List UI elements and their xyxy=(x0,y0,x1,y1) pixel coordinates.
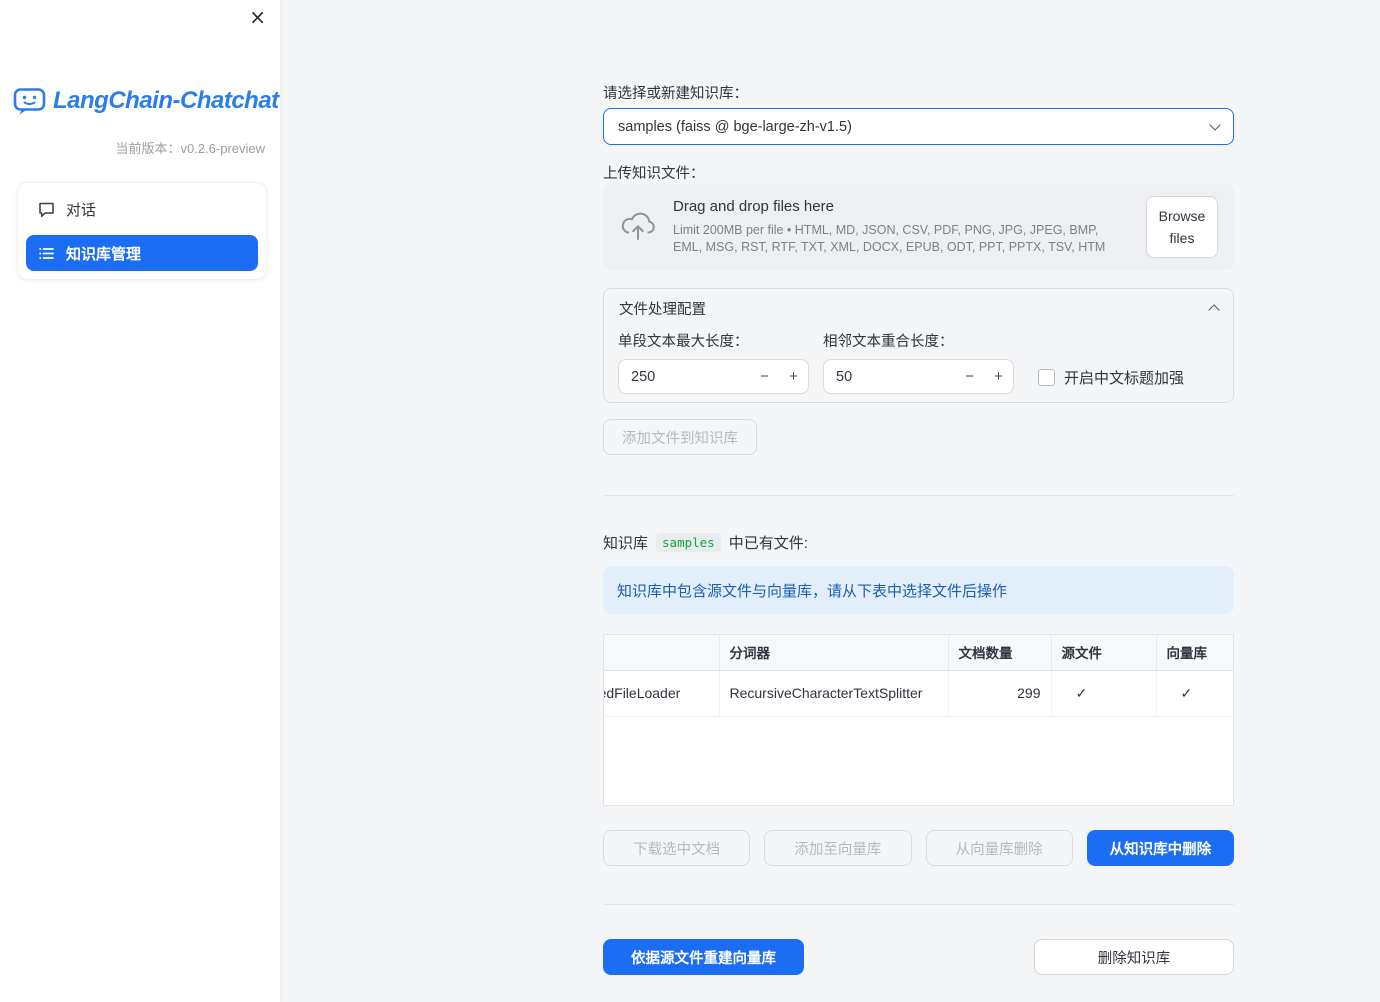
close-icon[interactable]: × xyxy=(249,6,266,28)
zh-title-checkbox-label: 开启中文标题加强 xyxy=(1064,369,1185,387)
info-banner: 知识库中包含源文件与向量库，请从下表中选择文件后操作 xyxy=(603,566,1234,614)
sidebar-item-label: 知识库管理 xyxy=(66,245,142,263)
chat-bubble-icon xyxy=(38,201,55,218)
zh-title-checkbox[interactable] xyxy=(1038,368,1055,386)
kb-select-label: 请选择或新建知识库： xyxy=(603,86,748,102)
chevron-down-icon xyxy=(1209,118,1221,131)
list-icon xyxy=(38,245,55,262)
expander-title: 文件处理配置 xyxy=(619,301,706,318)
divider xyxy=(603,904,1234,905)
zh-title-checkbox-group: 开启中文标题加强 xyxy=(1038,367,1184,387)
config-expander: 文件处理配置 单段文本最大长度： − + 相邻文本重合长度： xyxy=(603,288,1234,403)
cloud-upload-icon xyxy=(619,211,657,243)
column-header-vector[interactable]: 向量库 xyxy=(1156,635,1233,671)
version-text: 当前版本：v0.2.6-preview xyxy=(115,141,265,156)
overlap-minus-button[interactable]: − xyxy=(955,360,984,393)
add-to-vector-button[interactable]: 添加至向量库 xyxy=(764,830,912,866)
dropzone-limit: Limit 200MB per file • HTML, MD, JSON, C… xyxy=(673,223,1106,254)
chunk-size-label: 单段文本最大长度： xyxy=(618,334,749,350)
sidebar: × LangChain-Chatchat 当前版本：v0.2.6-preview… xyxy=(0,0,280,1002)
column-header-doc-count[interactable]: 文档数量 xyxy=(948,635,1052,671)
add-files-button[interactable]: 添加文件到知识库 xyxy=(603,419,757,455)
delete-from-kb-button[interactable]: 从知识库中删除 xyxy=(1086,830,1234,866)
kb-name-code: samples xyxy=(656,532,721,552)
chunk-stepper: − + xyxy=(750,360,808,393)
overlap-plus-button[interactable]: + xyxy=(984,360,1013,393)
column-header-source[interactable]: 源文件 xyxy=(1051,635,1157,671)
column-header-splitter[interactable]: 分词器 xyxy=(719,635,949,671)
logo: LangChain-Chatchat xyxy=(13,86,279,116)
existing-files-text: 知识库 samples 中已有文件: xyxy=(603,531,1234,553)
main-content: 请选择或新建知识库： samples (faiss @ bge-large-zh… xyxy=(603,0,1234,975)
column-header-loader[interactable]: 文档加载器 xyxy=(604,635,720,671)
chunk-size-input: − + xyxy=(618,359,809,394)
dropzone-text: Drag and drop files here Limit 200MB per… xyxy=(673,198,1130,256)
kb-action-buttons: 依据源文件重建向量库 删除知识库 xyxy=(603,939,1234,975)
sidebar-item-kb-management[interactable]: 知识库管理 xyxy=(26,235,258,271)
chunk-size-field[interactable] xyxy=(631,368,691,385)
info-text: 知识库中包含源文件与向量库，请从下表中选择文件后操作 xyxy=(617,582,1008,600)
chevron-up-icon xyxy=(1208,304,1220,316)
file-dropzone[interactable]: Drag and drop files here Limit 200MB per… xyxy=(603,184,1234,270)
sidebar-item-dialogue[interactable]: 对话 xyxy=(26,191,258,227)
dropzone-title: Drag and drop files here xyxy=(673,198,834,216)
table-row[interactable]: UnstructuredFileLoader RecursiveCharacte… xyxy=(604,670,1233,717)
overlap-input: − + xyxy=(823,359,1014,394)
expander-header[interactable]: 文件处理配置 xyxy=(604,289,1233,327)
kb-suffix-label: 中已有文件: xyxy=(728,534,808,552)
overlap-label: 相邻文本重合长度： xyxy=(823,334,954,350)
delete-from-vector-button[interactable]: 从向量库删除 xyxy=(925,830,1073,866)
logo-chat-icon xyxy=(13,86,46,116)
kb-prefix-label: 知识库 xyxy=(603,534,649,552)
cell-splitter[interactable]: RecursiveCharacterTextSplitter xyxy=(719,670,949,717)
delete-kb-button[interactable]: 删除知识库 xyxy=(1034,939,1234,975)
kb-selectbox[interactable]: samples (faiss @ bge-large-zh-v1.5) xyxy=(603,108,1234,145)
sidebar-menu: 对话 知识库管理 xyxy=(17,182,267,280)
chunk-size-group: 单段文本最大长度： − + xyxy=(618,327,809,394)
overlap-group: 相邻文本重合长度： − + xyxy=(823,327,1014,394)
overlap-stepper: − + xyxy=(955,360,1013,393)
file-action-buttons: 下载选中文档 添加至向量库 从向量库删除 从知识库中删除 xyxy=(603,830,1234,866)
browse-files-button[interactable]: Browse files xyxy=(1146,195,1218,259)
overlap-field[interactable] xyxy=(836,368,896,385)
upload-label: 上传知识文件： xyxy=(603,166,705,182)
table-scroll-area[interactable]: 文档加载器 分词器 文档数量 源文件 向量库 UnstructuredFileL… xyxy=(604,635,1233,805)
rebuild-vector-button[interactable]: 依据源文件重建向量库 xyxy=(603,939,804,975)
cell-source-check[interactable]: ✓ xyxy=(1051,670,1157,717)
divider xyxy=(603,495,1234,496)
kb-select-value: samples (faiss @ bge-large-zh-v1.5) xyxy=(618,118,852,135)
files-table: 文档加载器 分词器 文档数量 源文件 向量库 UnstructuredFileL… xyxy=(603,634,1234,806)
chunk-minus-button[interactable]: − xyxy=(750,360,779,393)
chunk-plus-button[interactable]: + xyxy=(779,360,808,393)
sidebar-item-label: 对话 xyxy=(66,201,97,219)
cell-doc-count[interactable]: 299 xyxy=(948,670,1052,717)
logo-text: LangChain-Chatchat xyxy=(53,87,279,114)
expander-body: 单段文本最大长度： − + 相邻文本重合长度： − + xyxy=(604,327,1233,394)
table-header-row: 文档加载器 分词器 文档数量 源文件 向量库 xyxy=(604,635,1233,671)
download-selected-button[interactable]: 下载选中文档 xyxy=(603,830,751,866)
cell-loader[interactable]: UnstructuredFileLoader xyxy=(604,670,720,717)
cell-vector-check[interactable]: ✓ xyxy=(1156,670,1233,717)
